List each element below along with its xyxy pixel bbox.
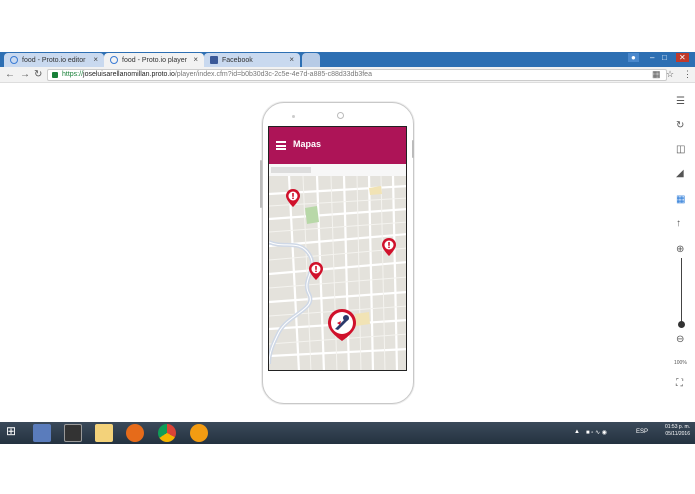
phone-power-button (412, 140, 414, 158)
tray-chevron-icon[interactable]: ▲ (574, 429, 580, 435)
close-icon[interactable]: × (93, 55, 98, 64)
cursor-icon[interactable]: ▦ (676, 194, 685, 205)
desktop-bottom-area (0, 444, 695, 494)
file-explorer-icon[interactable] (95, 424, 113, 442)
maximize-button[interactable]: □ (662, 53, 667, 62)
forward-arrow-icon[interactable]: → (20, 69, 30, 80)
speaker-dot (292, 115, 295, 118)
close-window-button[interactable]: ✕ (676, 53, 689, 62)
desktop-top-area (0, 0, 695, 52)
clock-time: 01:53 p. m. (664, 424, 690, 430)
app-header: Mapas (269, 127, 406, 164)
lock-icon (52, 72, 58, 78)
menu-dots-icon[interactable]: ⋮ (683, 69, 692, 80)
url-path: /player/index.cfm?id=b0b30d3c-2c5e-4e7d-… (174, 71, 372, 78)
new-tab-button[interactable] (302, 53, 320, 67)
menu-icon[interactable]: ☰ (676, 96, 685, 107)
back-arrow-icon[interactable]: ← (5, 69, 15, 80)
proto-io-icon (10, 56, 18, 64)
hamburger-menu-icon[interactable] (276, 141, 286, 150)
url-host: joseluisarellanomillan.proto.io (83, 71, 175, 78)
firefox-icon[interactable] (126, 424, 144, 442)
tab-facebook[interactable]: Facebook × (204, 53, 300, 67)
windows-start-icon[interactable]: ⊞ (6, 424, 24, 442)
alert-pin-icon[interactable] (382, 238, 396, 256)
address-bar[interactable]: https://joseluisarellanomillan.proto.io/… (47, 69, 667, 81)
user-icon[interactable]: ● (628, 53, 639, 62)
proto-io-icon (110, 56, 118, 64)
zoom-out-icon[interactable]: ⊖ (676, 334, 684, 345)
language-indicator[interactable]: ESP (636, 429, 648, 435)
reload-icon[interactable]: ↻ (34, 69, 42, 80)
zoom-slider-track[interactable] (681, 258, 682, 324)
clock[interactable]: 01:53 p. m. 05/11/2016 (655, 424, 690, 438)
url-scheme: https:// (62, 71, 84, 78)
star-icon[interactable]: ☆ (666, 69, 674, 80)
delivery-avatar-icon[interactable] (327, 308, 357, 342)
page-title: Mapas (293, 139, 322, 149)
touch-icon[interactable]: ↑ (676, 218, 681, 229)
clock-date: 05/11/2016 (665, 431, 690, 437)
tab-proto-player[interactable]: food - Proto.io player × (104, 53, 204, 67)
facebook-icon (210, 56, 218, 64)
contrast-icon[interactable]: ◢ (676, 168, 684, 179)
zoom-in-icon[interactable]: ⊕ (676, 244, 684, 255)
tab-proto-editor[interactable]: food - Proto.io editor × (4, 53, 104, 67)
chrome-icon[interactable] (158, 424, 176, 442)
tray-icons[interactable]: ■ ▫ ∿ ◉ (586, 429, 607, 436)
translate-icon[interactable]: ▦ (652, 69, 661, 80)
minimize-button[interactable]: – (650, 53, 654, 62)
close-icon[interactable]: × (193, 55, 198, 64)
tab-label: food - Proto.io player (122, 56, 187, 64)
zoom-level: 100% (674, 360, 687, 366)
camera-icon (337, 112, 344, 119)
rotate-icon[interactable]: ◫ (676, 144, 685, 155)
alert-pin-icon[interactable] (309, 262, 323, 280)
app-icon[interactable] (64, 424, 82, 442)
phone-side-button (260, 160, 262, 208)
zoom-slider-handle[interactable] (678, 321, 685, 328)
close-icon[interactable]: × (289, 55, 294, 64)
alert-pin-icon[interactable] (286, 189, 300, 207)
app-icon[interactable] (33, 424, 51, 442)
app-icon[interactable] (190, 424, 208, 442)
tab-label: Facebook (222, 56, 253, 64)
tab-label: food - Proto.io editor (22, 56, 86, 64)
fullscreen-icon[interactable]: ⛶ (676, 378, 683, 389)
refresh-icon[interactable]: ↻ (676, 120, 684, 131)
